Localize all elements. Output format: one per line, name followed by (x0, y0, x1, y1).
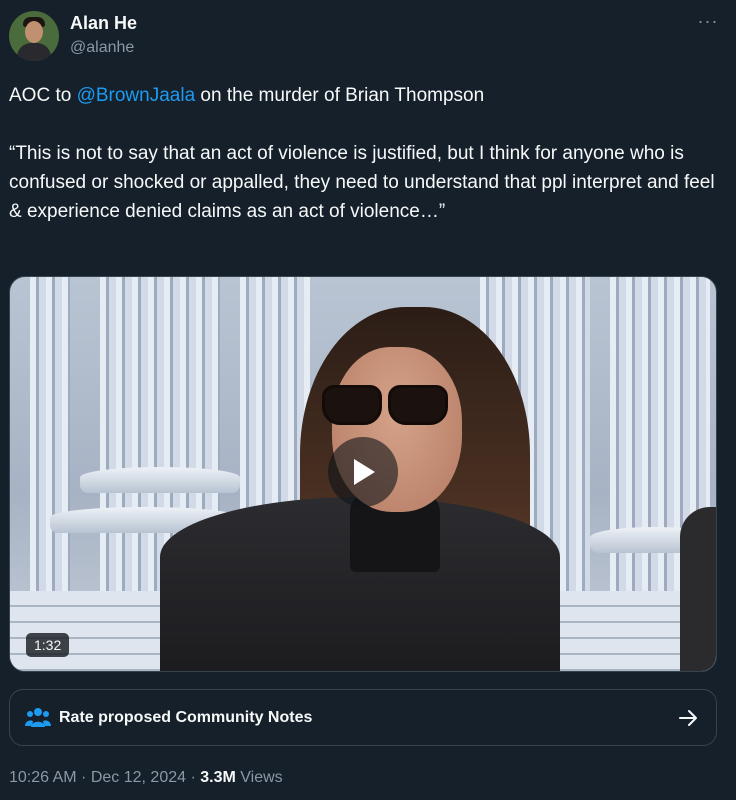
play-button[interactable] (328, 437, 398, 507)
tweet-header: Alan He @alanhe ··· (9, 11, 727, 63)
people-icon (25, 708, 51, 727)
play-icon (354, 459, 375, 485)
views-count: 3.3M (200, 769, 236, 786)
mention-link[interactable]: @BrownJaala (77, 85, 196, 106)
sunglasses (316, 385, 450, 425)
video-duration-badge: 1:32 (26, 633, 70, 657)
tweet-time[interactable]: 10:26 AM (9, 769, 77, 786)
author-handle[interactable]: @alanhe (70, 37, 137, 59)
tweet-prefix: AOC to (9, 85, 77, 106)
author-display-name[interactable]: Alan He (70, 12, 137, 34)
tweet: Alan He @alanhe ··· AOC to @BrownJaala o… (0, 0, 736, 800)
author-names: Alan He @alanhe (70, 12, 137, 59)
tweet-quote: “This is not to say that an act of viole… (9, 143, 715, 222)
views-label: Views (235, 769, 283, 786)
tweet-line-1: AOC to @BrownJaala on the murder of Bria… (9, 81, 721, 110)
video-player[interactable]: 1:32 (9, 276, 717, 672)
meta-separator: · (76, 769, 91, 786)
arrow-right-icon (679, 710, 697, 726)
community-notes-banner[interactable]: Rate proposed Community Notes (9, 689, 717, 746)
tweet-date[interactable]: Dec 12, 2024 (91, 769, 186, 786)
community-notes-label: Rate proposed Community Notes (59, 709, 313, 726)
tweet-suffix: on the murder of Brian Thompson (195, 85, 485, 106)
meta-separator-2: · (186, 769, 201, 786)
more-options-button[interactable]: ··· (691, 11, 725, 39)
ellipsis-icon: ··· (697, 11, 719, 31)
tweet-meta: 10:26 AM · Dec 12, 2024 · 3.3M Views (9, 767, 283, 789)
avatar[interactable] (9, 11, 59, 61)
tweet-text: AOC to @BrownJaala on the murder of Bria… (9, 81, 721, 226)
